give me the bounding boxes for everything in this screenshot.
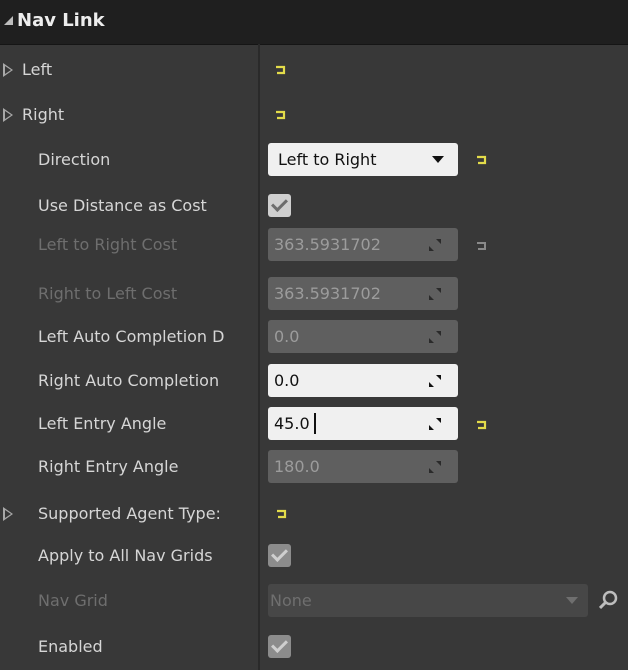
dropdown-value: None bbox=[270, 591, 312, 610]
use-distance-checkbox[interactable] bbox=[268, 194, 291, 217]
drag-spin-icon[interactable] bbox=[428, 286, 442, 305]
property-label: Right bbox=[22, 105, 65, 124]
reset-to-default-icon[interactable] bbox=[476, 241, 488, 251]
checkmark-icon bbox=[271, 545, 288, 562]
apply-all-nav-grids-checkbox[interactable] bbox=[268, 544, 291, 567]
property-label: Nav Grid bbox=[38, 591, 108, 610]
reset-to-default-icon[interactable] bbox=[476, 420, 488, 430]
expand-arrow-icon[interactable] bbox=[3, 108, 13, 122]
property-label: Right Auto Completion bbox=[38, 371, 220, 390]
input-value: 363.5931702 bbox=[274, 235, 381, 254]
search-icon[interactable] bbox=[598, 590, 619, 614]
drag-spin-icon[interactable] bbox=[428, 416, 442, 435]
property-row-supported-agents: Supported Agent Type: bbox=[0, 491, 628, 536]
property-row-apply-all: Apply to All Nav Grids bbox=[0, 533, 628, 578]
input-value: 180.0 bbox=[274, 457, 320, 476]
nav-grid-dropdown[interactable]: None bbox=[268, 584, 588, 617]
lr-cost-input[interactable]: 363.5931702 bbox=[268, 228, 458, 261]
drag-spin-icon[interactable] bbox=[428, 459, 442, 478]
expand-arrow-icon[interactable] bbox=[3, 63, 13, 77]
drag-spin-icon[interactable] bbox=[428, 373, 442, 392]
text-caret bbox=[314, 413, 316, 434]
drag-spin-icon[interactable] bbox=[428, 237, 442, 256]
section-title: Nav Link bbox=[17, 10, 105, 31]
rl-cost-input[interactable]: 363.5931702 bbox=[268, 277, 458, 310]
enabled-checkbox[interactable] bbox=[268, 635, 291, 658]
input-value: 45.0 bbox=[274, 414, 310, 433]
right-entry-angle-input[interactable]: 180.0 bbox=[268, 450, 458, 483]
property-row-right-entry: Right Entry Angle 180.0 bbox=[0, 444, 628, 489]
property-label: Direction bbox=[38, 150, 111, 169]
property-row-rl-cost: Right to Left Cost 363.5931702 bbox=[0, 271, 628, 316]
input-value: 0.0 bbox=[274, 327, 300, 346]
left-auto-completion-input[interactable]: 0.0 bbox=[268, 320, 458, 353]
reset-to-default-icon[interactable] bbox=[275, 110, 287, 120]
property-label: Right Entry Angle bbox=[38, 457, 179, 476]
property-row-left-entry: Left Entry Angle 45.0 bbox=[0, 401, 628, 446]
expand-arrow-icon[interactable] bbox=[3, 507, 13, 521]
chevron-down-icon bbox=[566, 597, 578, 604]
property-label: Supported Agent Type: bbox=[38, 504, 221, 523]
property-row-direction: Direction Left to Right bbox=[0, 137, 628, 182]
checkmark-icon bbox=[271, 636, 288, 653]
property-row-right: Right bbox=[0, 92, 628, 137]
property-row-right-auto: Right Auto Completion 0.0 bbox=[0, 358, 628, 403]
left-entry-angle-input[interactable]: 45.0 bbox=[268, 407, 458, 440]
drag-spin-icon[interactable] bbox=[428, 329, 442, 348]
checkmark-icon bbox=[271, 195, 288, 212]
property-row-lr-cost: Left to Right Cost 363.5931702 bbox=[0, 222, 628, 267]
section-header[interactable]: Nav Link bbox=[0, 0, 628, 45]
dropdown-value: Left to Right bbox=[278, 150, 377, 169]
reset-to-default-icon[interactable] bbox=[275, 65, 287, 75]
chevron-down-icon bbox=[432, 156, 444, 163]
property-row-left: Left bbox=[0, 47, 628, 92]
property-row-left-auto: Left Auto Completion D 0.0 bbox=[0, 314, 628, 359]
property-label: Enabled bbox=[38, 637, 103, 656]
property-label: Left Entry Angle bbox=[38, 414, 167, 433]
collapse-triangle-icon[interactable] bbox=[4, 16, 13, 25]
property-label: Right to Left Cost bbox=[38, 284, 178, 303]
input-value: 0.0 bbox=[274, 371, 300, 390]
property-label: Left Auto Completion D bbox=[38, 327, 225, 346]
direction-dropdown[interactable]: Left to Right bbox=[268, 143, 458, 176]
property-row-nav-grid: Nav Grid None bbox=[0, 578, 628, 623]
input-value: 363.5931702 bbox=[274, 284, 381, 303]
property-label: Left bbox=[22, 60, 53, 79]
right-auto-completion-input[interactable]: 0.0 bbox=[268, 364, 458, 397]
reset-to-default-icon[interactable] bbox=[476, 155, 488, 165]
property-row-enabled: Enabled bbox=[0, 624, 628, 669]
property-label: Left to Right Cost bbox=[38, 235, 178, 254]
reset-to-default-icon[interactable] bbox=[276, 509, 288, 519]
property-label: Apply to All Nav Grids bbox=[38, 546, 213, 565]
